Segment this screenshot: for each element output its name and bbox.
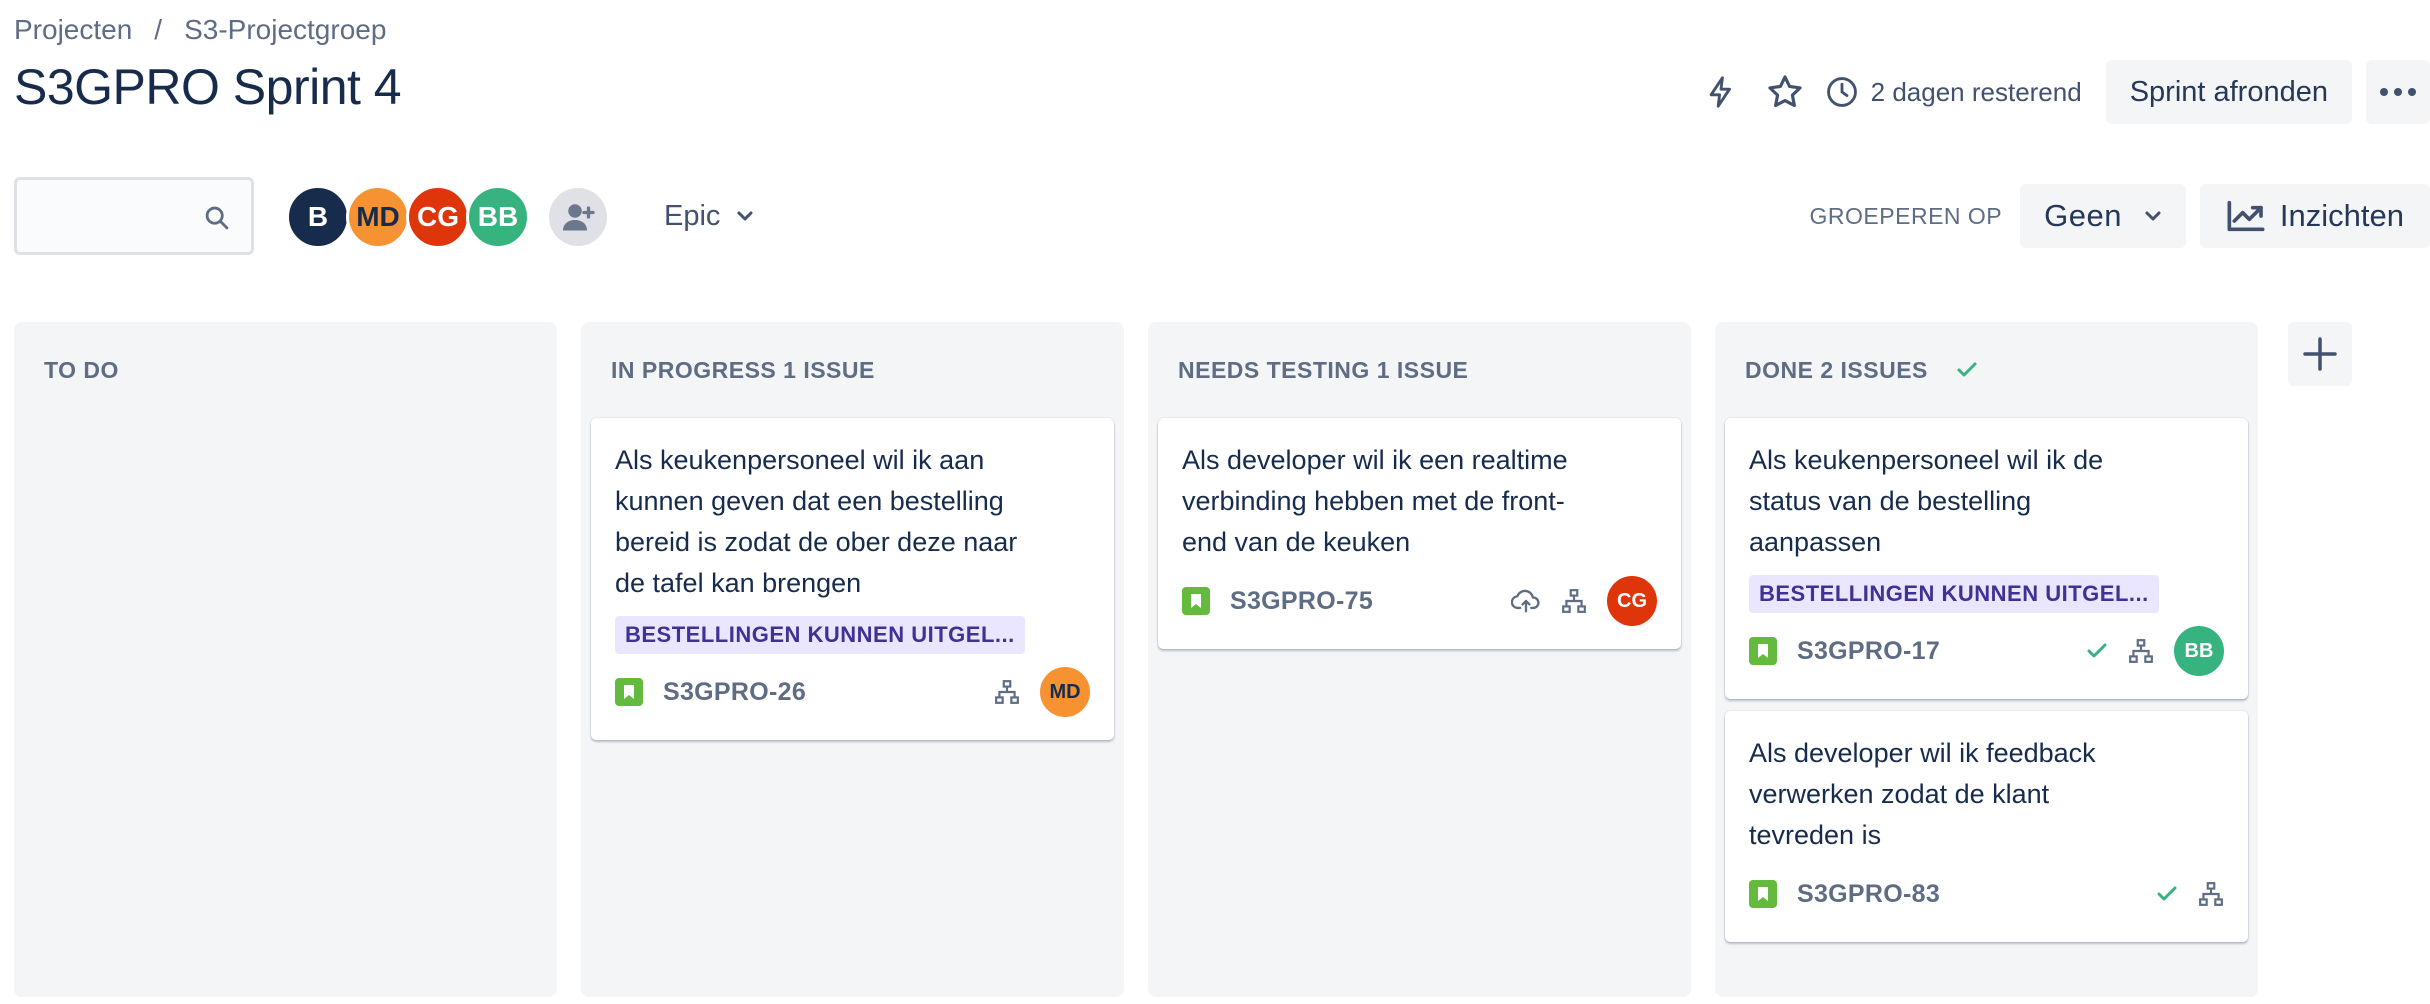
assignee-avatar[interactable]: MD bbox=[1040, 667, 1090, 717]
star-button[interactable] bbox=[1753, 60, 1817, 124]
more-icon bbox=[2380, 88, 2416, 96]
breadcrumb-projects-link[interactable]: Projecten bbox=[14, 14, 132, 46]
board: TO DO IN PROGRESS 1 ISSUE Als keukenpers… bbox=[14, 322, 2282, 997]
column-header: NEEDS TESTING 1 ISSUE bbox=[1158, 322, 1681, 418]
group-by-dropdown[interactable]: Geen bbox=[2020, 184, 2186, 248]
search-icon bbox=[205, 206, 229, 230]
issue-key[interactable]: S3GPRO-26 bbox=[663, 678, 806, 707]
column-header: TO DO bbox=[24, 322, 547, 418]
issue-card[interactable]: Als keukenpersoneel wil ik de status van… bbox=[1725, 418, 2248, 699]
epic-filter-dropdown[interactable]: Epic bbox=[664, 177, 754, 255]
story-icon bbox=[615, 678, 643, 706]
card-summary: Als developer wil ik feedback verwerken … bbox=[1749, 738, 2096, 850]
subtasks-icon bbox=[995, 680, 1019, 704]
card-meta: BB bbox=[2066, 626, 2224, 676]
avatar-filter-md[interactable]: MD bbox=[346, 185, 410, 249]
assignee-avatars: B MD CG BB bbox=[286, 185, 610, 249]
time-remaining-label: 2 dagen resterend bbox=[1870, 76, 2082, 107]
check-icon bbox=[2157, 886, 2177, 901]
add-people-button[interactable] bbox=[546, 185, 610, 249]
complete-sprint-button[interactable]: Sprint afronden bbox=[2105, 60, 2352, 124]
card-meta: CG bbox=[1491, 576, 1657, 626]
subtasks-icon bbox=[2199, 882, 2223, 906]
group-by-label: GROEPEREN OP bbox=[1809, 202, 2003, 229]
assignee-avatar[interactable]: CG bbox=[1607, 576, 1657, 626]
column-todo: TO DO bbox=[14, 322, 557, 997]
avatar-filter-cg[interactable]: CG bbox=[406, 185, 470, 249]
page-title: S3GPRO Sprint 4 bbox=[14, 59, 402, 115]
chart-trend-icon bbox=[2227, 200, 2265, 232]
lightning-icon bbox=[1709, 76, 1731, 108]
story-icon bbox=[1749, 880, 1777, 908]
story-icon bbox=[1749, 637, 1777, 665]
column-title: IN PROGRESS 1 ISSUE bbox=[611, 356, 875, 383]
breadcrumb-project-link[interactable]: S3-Projectgroep bbox=[184, 14, 386, 46]
assignee-avatar[interactable]: BB bbox=[2174, 626, 2224, 676]
column-title: TO DO bbox=[44, 356, 119, 383]
check-icon bbox=[1957, 362, 1977, 377]
header-actions: 2 dagen resterend Sprint afronden bbox=[1689, 60, 2430, 124]
epic-lozenge: BESTELLINGEN KUNNEN UITGEL... bbox=[615, 616, 1025, 654]
add-person-icon bbox=[563, 204, 595, 231]
story-icon bbox=[1182, 587, 1210, 615]
group-by-value: Geen bbox=[2044, 198, 2122, 233]
issue-key[interactable]: S3GPRO-83 bbox=[1797, 880, 1940, 909]
card-summary: Als keukenpersoneel wil ik de status van… bbox=[1749, 445, 2104, 557]
column-in-progress: IN PROGRESS 1 ISSUE Als keukenpersoneel … bbox=[581, 322, 1124, 997]
chevron-down-icon bbox=[2145, 211, 2161, 221]
breadcrumb-separator: / bbox=[154, 14, 163, 45]
time-remaining: 2 dagen resterend bbox=[1825, 75, 2082, 109]
issue-key[interactable]: S3GPRO-17 bbox=[1797, 637, 1940, 666]
sprint-board-page: Projecten / S3-Projectgroep S3GPRO Sprin… bbox=[0, 0, 2430, 1004]
card-footer: S3GPRO-83 bbox=[1749, 868, 2224, 920]
group-by-control: GROEPEREN OP Geen bbox=[1810, 177, 2186, 255]
automation-button[interactable] bbox=[1689, 60, 1753, 124]
star-icon bbox=[1768, 75, 1802, 108]
search-input[interactable] bbox=[14, 177, 254, 255]
cloud-upload-icon bbox=[1511, 589, 1540, 613]
issue-key[interactable]: S3GPRO-75 bbox=[1230, 587, 1373, 616]
add-column-button[interactable] bbox=[2288, 322, 2352, 386]
card-summary: Als developer wil ik een realtime verbin… bbox=[1182, 445, 1568, 557]
card-summary: Als keukenpersoneel wil ik aan kunnen ge… bbox=[615, 445, 1018, 598]
issue-card[interactable]: Als keukenpersoneel wil ik aan kunnen ge… bbox=[591, 418, 1114, 740]
card-meta bbox=[2136, 881, 2224, 907]
column-needs-testing: NEEDS TESTING 1 ISSUE Als developer wil … bbox=[1148, 322, 1691, 997]
avatar-filter-bb[interactable]: BB bbox=[466, 185, 530, 249]
plus-icon bbox=[2303, 337, 2337, 371]
card-footer: S3GPRO-75 CG bbox=[1182, 575, 1657, 627]
more-actions-button[interactable] bbox=[2366, 60, 2430, 124]
epic-filter-label: Epic bbox=[664, 199, 721, 232]
chevron-down-icon bbox=[737, 211, 753, 221]
breadcrumb: Projecten / S3-Projectgroep bbox=[14, 14, 386, 46]
card-meta: MD bbox=[974, 667, 1090, 717]
insights-label: Inzichten bbox=[2279, 198, 2404, 233]
column-title: DONE 2 ISSUES bbox=[1745, 356, 1928, 383]
card-footer: S3GPRO-17 BB bbox=[1749, 625, 2224, 677]
subtasks-icon bbox=[1562, 589, 1586, 613]
check-icon bbox=[2087, 643, 2107, 658]
issue-card[interactable]: Als developer wil ik feedback verwerken … bbox=[1725, 711, 2248, 942]
filter-bar: B MD CG BB Epic GROEPEREN OP Geen Inzich… bbox=[14, 177, 2430, 257]
clock-icon bbox=[1826, 77, 1857, 107]
insights-button[interactable]: Inzichten bbox=[2199, 184, 2430, 248]
column-title: NEEDS TESTING 1 ISSUE bbox=[1178, 356, 1469, 383]
column-header: DONE 2 ISSUES bbox=[1725, 322, 2248, 418]
column-header: IN PROGRESS 1 ISSUE bbox=[591, 322, 1114, 418]
epic-lozenge: BESTELLINGEN KUNNEN UITGEL... bbox=[1749, 575, 2159, 613]
card-footer: S3GPRO-26 MD bbox=[615, 666, 1090, 718]
column-done: DONE 2 ISSUES Als keukenpersoneel wil ik… bbox=[1715, 322, 2258, 997]
avatar-filter-b[interactable]: B bbox=[286, 185, 350, 249]
subtasks-icon bbox=[2129, 639, 2153, 663]
issue-card[interactable]: Als developer wil ik een realtime verbin… bbox=[1158, 418, 1681, 649]
